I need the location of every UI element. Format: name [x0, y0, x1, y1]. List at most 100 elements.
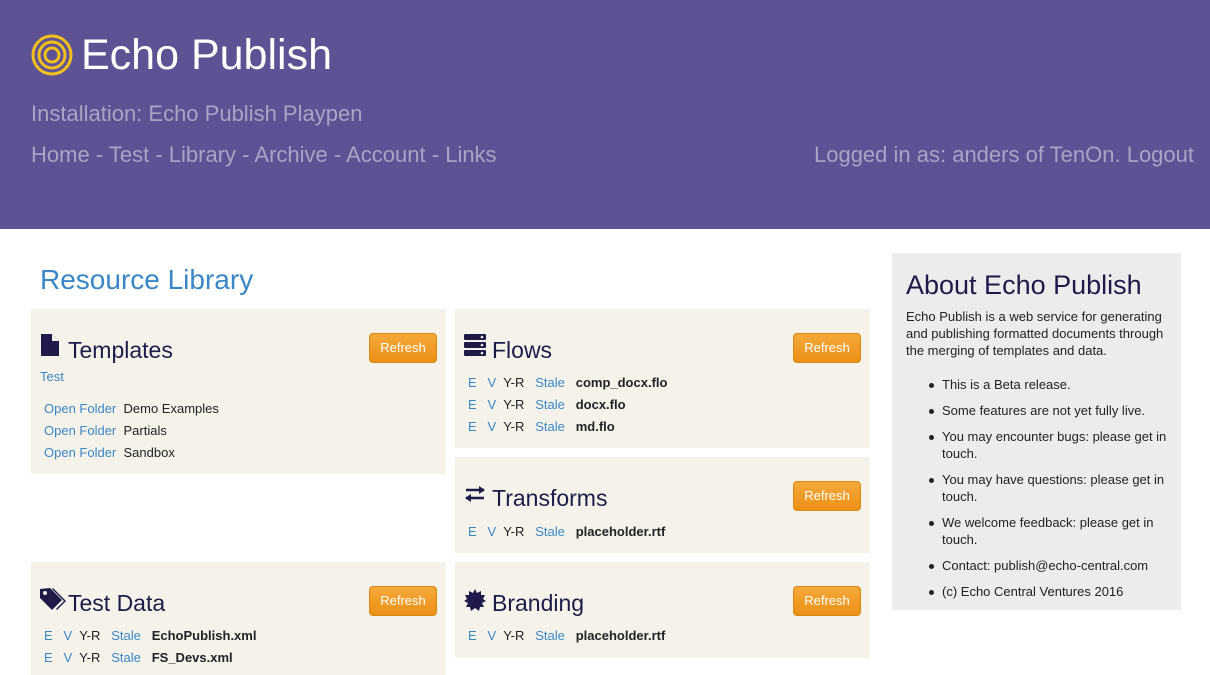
- app-title: Echo Publish: [81, 31, 332, 79]
- flows-panel: Flows Refresh E V Y-R Stale comp_docx.fl…: [455, 309, 870, 448]
- folder-row: Open Folder Sandbox: [44, 442, 175, 464]
- file-name: comp_docx.flo: [575, 375, 668, 390]
- about-panel: About Echo Publish Echo Publish is a web…: [892, 253, 1181, 610]
- file-row: E V Y-R Stale md.flo: [468, 416, 615, 438]
- yr-label: Y-R: [503, 375, 525, 390]
- stale-link[interactable]: Stale: [535, 524, 565, 539]
- branding-title: Branding: [492, 590, 585, 616]
- flows-refresh-button[interactable]: Refresh: [793, 333, 861, 363]
- logout-link[interactable]: Logout: [1127, 142, 1194, 167]
- about-item: This is a Beta release.: [929, 376, 1172, 393]
- nav-library[interactable]: Library: [169, 142, 236, 167]
- branding-panel: Branding Refresh E V Y-R Stale placehold…: [455, 562, 870, 658]
- templates-test-link: Test: [40, 366, 64, 388]
- about-description: Echo Publish is a web service for genera…: [906, 309, 1164, 358]
- edit-link[interactable]: E: [44, 650, 53, 665]
- file-name: EchoPublish.xml: [151, 628, 257, 643]
- about-list: This is a Beta release. Some features ar…: [929, 376, 1172, 609]
- flows-title: Flows: [492, 337, 553, 363]
- yr-label: Y-R: [503, 419, 525, 434]
- about-item: Some features are not yet fully live.: [929, 402, 1172, 419]
- site-header: Echo Publish Installation: Echo Publish …: [0, 0, 1210, 229]
- file-name: FS_Devs.xml: [151, 650, 233, 665]
- file-icon: [41, 334, 59, 356]
- about-title: About Echo Publish: [906, 270, 1142, 300]
- yr-label: Y-R: [503, 397, 525, 412]
- yr-label: Y-R: [503, 628, 525, 643]
- edit-link[interactable]: E: [468, 524, 477, 539]
- folder-name: Sandbox: [123, 445, 175, 460]
- nav-home[interactable]: Home: [31, 142, 90, 167]
- nav-separator: -: [95, 142, 104, 167]
- templates-panel: Templates Refresh Test Open Folder Demo …: [31, 309, 446, 474]
- open-folder-link[interactable]: Open Folder: [44, 401, 116, 416]
- test-data-panel: Test Data Refresh E V Y-R Stale EchoPubl…: [31, 562, 446, 675]
- stale-link[interactable]: Stale: [111, 628, 141, 643]
- file-row: E V Y-R Stale docx.flo: [468, 394, 626, 416]
- transforms-panel: Transforms Refresh E V Y-R Stale placeho…: [455, 457, 870, 553]
- edit-link[interactable]: E: [468, 397, 477, 412]
- stale-link[interactable]: Stale: [535, 375, 565, 390]
- edit-link[interactable]: E: [44, 628, 53, 643]
- templates-refresh-button[interactable]: Refresh: [369, 333, 437, 363]
- tags-icon: [40, 588, 66, 610]
- file-name: placeholder.rtf: [575, 524, 666, 539]
- about-item: Contact: publish@echo-central.com: [929, 557, 1172, 574]
- login-status: Logged in as: anders of TenOn. Logout: [814, 141, 1194, 169]
- templates-title: Templates: [68, 337, 173, 363]
- nav-separator: -: [155, 142, 163, 167]
- view-link[interactable]: V: [64, 650, 73, 665]
- nav-account[interactable]: Account: [346, 142, 426, 167]
- view-link[interactable]: V: [488, 524, 497, 539]
- view-link[interactable]: V: [488, 628, 497, 643]
- server-icon: [464, 334, 486, 356]
- view-link[interactable]: V: [64, 628, 73, 643]
- file-row: E V Y-R Stale FS_Devs.xml: [44, 647, 233, 669]
- file-row: E V Y-R Stale placeholder.rtf: [468, 625, 665, 647]
- folder-name: Demo Examples: [123, 401, 219, 416]
- file-row: E V Y-R Stale placeholder.rtf: [468, 521, 665, 543]
- test-data-refresh-button[interactable]: Refresh: [369, 586, 437, 616]
- nav-archive[interactable]: Archive: [254, 142, 327, 167]
- stale-link[interactable]: Stale: [535, 397, 565, 412]
- logged-in-text: Logged in as: anders of TenOn.: [813, 142, 1121, 167]
- branding-refresh-button[interactable]: Refresh: [793, 586, 861, 616]
- yr-label: Y-R: [503, 524, 525, 539]
- transfer-icon: [465, 486, 485, 502]
- page-title: Resource Library: [40, 264, 254, 295]
- view-link[interactable]: V: [488, 397, 497, 412]
- view-link[interactable]: V: [488, 375, 497, 390]
- stale-link[interactable]: Stale: [535, 628, 565, 643]
- file-name: md.flo: [575, 419, 615, 434]
- edit-link[interactable]: E: [468, 628, 477, 643]
- file-row: E V Y-R Stale comp_docx.flo: [468, 372, 667, 394]
- nav-separator: -: [431, 142, 440, 167]
- file-name: placeholder.rtf: [575, 628, 666, 643]
- open-folder-link[interactable]: Open Folder: [44, 423, 116, 438]
- test-link[interactable]: Test: [40, 369, 64, 384]
- nav-separator: -: [242, 142, 250, 167]
- yr-label: Y-R: [79, 628, 101, 643]
- nav-links[interactable]: Links: [445, 142, 496, 167]
- file-row: E V Y-R Stale EchoPublish.xml: [44, 625, 256, 647]
- about-item: You may encounter bugs: please get in to…: [929, 428, 1172, 462]
- view-link[interactable]: V: [488, 419, 497, 434]
- test-data-title: Test Data: [68, 590, 166, 616]
- nav-test[interactable]: Test: [109, 142, 149, 167]
- file-name: docx.flo: [575, 397, 626, 412]
- folder-row: Open Folder Demo Examples: [44, 398, 219, 420]
- installation-label: Installation: Echo Publish Playpen: [31, 101, 363, 126]
- edit-link[interactable]: E: [468, 375, 477, 390]
- open-folder-link[interactable]: Open Folder: [44, 445, 116, 460]
- transforms-refresh-button[interactable]: Refresh: [793, 481, 861, 511]
- stale-link[interactable]: Stale: [111, 650, 141, 665]
- transforms-title: Transforms: [492, 485, 608, 511]
- about-item: We welcome feedback: please get in touch…: [929, 514, 1172, 548]
- stale-link[interactable]: Stale: [535, 419, 565, 434]
- edit-link[interactable]: E: [468, 419, 477, 434]
- yr-label: Y-R: [79, 650, 101, 665]
- folder-name: Partials: [123, 423, 167, 438]
- about-item: (c) Echo Central Ventures 2016: [929, 583, 1172, 600]
- about-item: You may have questions: please get in to…: [929, 471, 1172, 505]
- main-nav: Home - Test - Library - Archive - Accoun…: [31, 141, 497, 169]
